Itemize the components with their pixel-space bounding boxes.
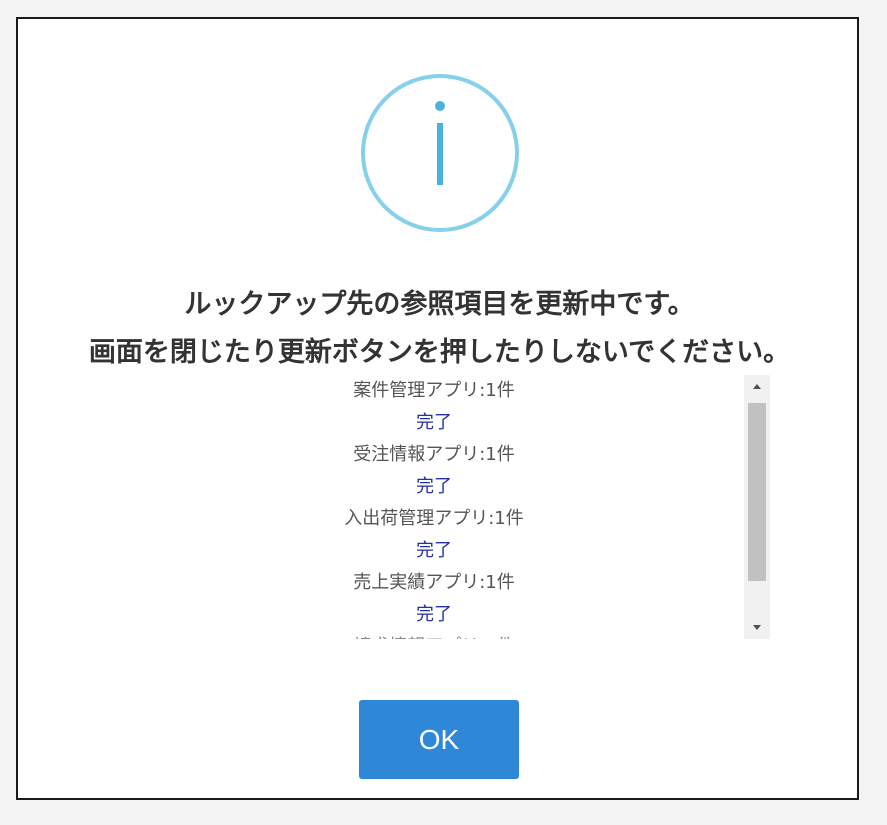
scroll-thumb[interactable]	[748, 403, 766, 581]
ok-button[interactable]: OK	[359, 700, 519, 779]
progress-app-label-clipped: 請求情報アプリ:1件	[234, 631, 634, 639]
progress-status-label: 完了	[416, 412, 452, 433]
progress-status-label: 完了	[416, 540, 452, 561]
scroll-down-arrow-icon[interactable]	[744, 617, 770, 639]
progress-app-label: 入出荷管理アプリ:1件	[344, 508, 524, 529]
lookup-update-dialog: ルックアップ先の参照項目を更新中です。 画面を閉じたり更新ボタンを押したりしない…	[16, 17, 859, 800]
progress-scrollbar[interactable]	[744, 375, 770, 639]
progress-status-label: 完了	[416, 604, 452, 625]
message-line-1: ルックアップ先の参照項目を更新中です。	[184, 289, 695, 320]
progress-app-label: 受注情報アプリ:1件	[353, 444, 515, 465]
progress-app-label: 案件管理アプリ:1件	[353, 380, 515, 401]
info-icon	[361, 74, 519, 232]
progress-list[interactable]: 案件管理アプリ:1件 完了 受注情報アプリ:1件 完了 入出荷管理アプリ:1件 …	[218, 375, 769, 639]
message-line-2: 画面を閉じたり更新ボタンを押したりしないでください。	[88, 337, 791, 368]
progress-status-label: 完了	[416, 476, 452, 497]
progress-app-label: 売上実績アプリ:1件	[353, 572, 515, 593]
scroll-up-arrow-icon[interactable]	[744, 375, 770, 397]
